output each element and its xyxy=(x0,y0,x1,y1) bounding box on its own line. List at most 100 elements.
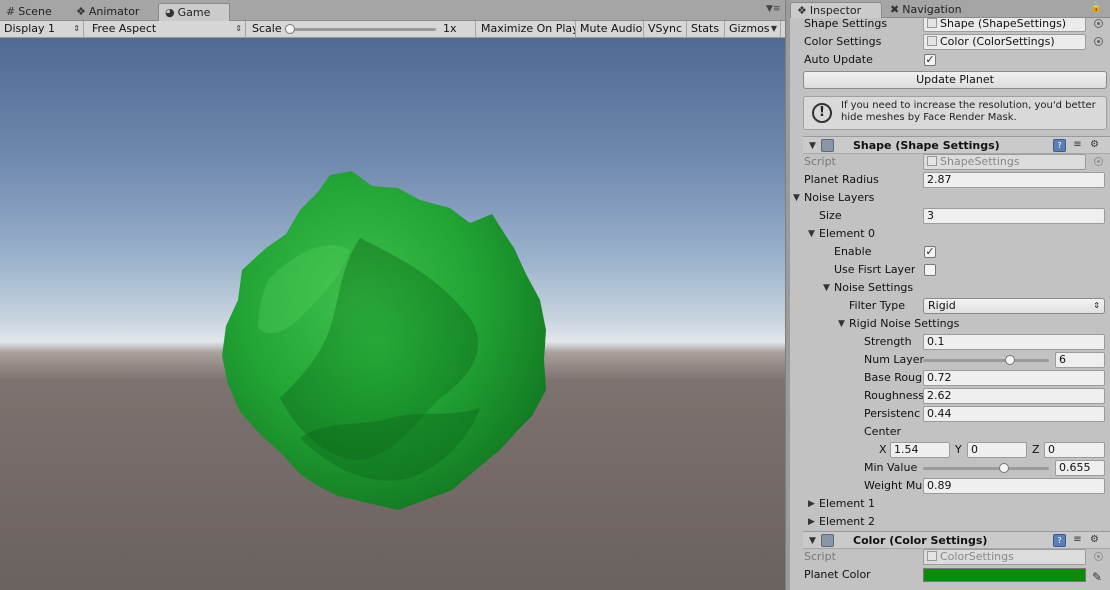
num-layers-slider-thumb[interactable] xyxy=(1004,355,1015,365)
use-first-layer-checkbox[interactable] xyxy=(924,264,936,276)
tab-game[interactable]: ◕ Game xyxy=(158,3,230,21)
update-planet-button[interactable]: Update Planet xyxy=(803,71,1107,89)
object-picker-icon[interactable] xyxy=(1094,19,1103,28)
min-value-slider-thumb[interactable] xyxy=(998,463,1009,473)
tab-scene-label: Scene xyxy=(18,5,52,18)
min-value-label: Min Value xyxy=(864,461,918,474)
maximize-label: Maximize On Play xyxy=(481,22,576,35)
stats-toggle[interactable]: Stats xyxy=(687,21,725,38)
filter-type-dropdown[interactable]: Rigid ⇕ xyxy=(923,298,1105,314)
gizmos-dropdown[interactable]: Gizmos ▼ xyxy=(725,21,781,38)
base-roughness-label: Base Roug xyxy=(864,371,923,384)
game-viewport[interactable] xyxy=(0,38,785,590)
color-section-header[interactable]: ▼ Color (Color Settings) ? ≡ ⚙ xyxy=(803,531,1110,549)
help-text: If you need to increase the resolution, … xyxy=(841,100,1096,123)
center-y-label: Y xyxy=(955,443,962,456)
element1-row[interactable]: ▶ Element 1 xyxy=(790,495,1110,513)
help-book-icon[interactable]: ? xyxy=(1053,139,1066,152)
shape-settings-value: Shape (ShapeSettings) xyxy=(940,18,1067,30)
rigid-settings-label: Rigid Noise Settings xyxy=(849,317,960,330)
center-x-field[interactable]: 1.54 xyxy=(890,442,950,458)
maximize-on-play-toggle[interactable]: Maximize On Play xyxy=(477,21,576,38)
scriptable-object-icon xyxy=(821,139,834,152)
planet-radius-field[interactable]: 2.87 xyxy=(923,172,1105,188)
filter-type-label: Filter Type xyxy=(849,299,906,312)
tab-inspector[interactable]: ❖ Inspector xyxy=(790,2,882,18)
gear-icon[interactable]: ⚙ xyxy=(1088,534,1101,547)
tab-navigation-label: Navigation xyxy=(902,3,962,16)
left-tab-bar: # Scene ❖ Animator ◕ Game ▼≡ xyxy=(0,0,785,21)
foldout-open-icon: ▼ xyxy=(838,319,845,329)
planet-color-field[interactable] xyxy=(923,568,1086,582)
info-icon: ! xyxy=(812,103,832,123)
script-label: Script xyxy=(804,155,836,168)
script-asset-icon xyxy=(927,156,937,166)
scale-slider-track[interactable] xyxy=(288,28,436,31)
planet-color-label: Planet Color xyxy=(804,568,871,581)
eyedropper-icon[interactable]: ✎ xyxy=(1092,568,1102,586)
min-value-field[interactable]: 0.655 xyxy=(1055,460,1105,476)
object-picker-icon[interactable] xyxy=(1094,37,1103,46)
num-layers-slider-track[interactable] xyxy=(923,359,1049,362)
tab-animator[interactable]: ❖ Animator xyxy=(70,3,145,21)
gear-icon[interactable]: ⚙ xyxy=(1088,139,1101,152)
help-book-icon[interactable]: ? xyxy=(1053,534,1066,547)
center-z-field[interactable]: 0 xyxy=(1044,442,1105,458)
num-layers-field[interactable]: 6 xyxy=(1055,352,1105,368)
color-settings-field[interactable]: Color (ColorSettings) xyxy=(923,34,1086,50)
scale-label: Scale xyxy=(252,22,282,35)
enable-checkbox[interactable]: ✓ xyxy=(924,246,936,258)
strength-field[interactable]: 0.1 xyxy=(923,334,1105,350)
roughness-field[interactable]: 2.62 xyxy=(923,388,1105,404)
element0-row[interactable]: ▼ Element 0 xyxy=(790,225,1110,243)
persistence-label: Persistenc xyxy=(864,407,921,420)
center-label: Center xyxy=(864,425,902,438)
noise-layers-row[interactable]: ▼ Noise Layers xyxy=(790,189,1110,207)
noise-settings-label: Noise Settings xyxy=(834,281,914,294)
strength-label: Strength xyxy=(864,335,912,348)
num-layers-label: Num Layer xyxy=(864,353,924,366)
lock-icon[interactable]: 🔒 xyxy=(1090,2,1102,13)
persistence-row: Persistenc 0.44 xyxy=(790,405,1110,423)
display-dropdown[interactable]: Display 1 ⇕ xyxy=(0,21,84,38)
weight-multiplier-field[interactable]: 0.89 xyxy=(923,478,1105,494)
tab-navigation[interactable]: ✖ Navigation xyxy=(884,2,968,18)
size-field[interactable]: 3 xyxy=(923,208,1105,224)
shape-section-header[interactable]: ▼ Shape (Shape Settings) ? ≡ ⚙ xyxy=(803,136,1110,154)
scriptable-object-icon xyxy=(821,534,834,547)
rigid-settings-row[interactable]: ▼ Rigid Noise Settings xyxy=(790,315,1110,333)
help-box: ! If you need to increase the resolution… xyxy=(803,96,1107,130)
min-value-slider-track[interactable] xyxy=(923,467,1049,470)
right-tab-bar: ❖ Inspector ✖ Navigation 🔒 xyxy=(790,0,1110,18)
foldout-open-icon: ▼ xyxy=(808,229,815,239)
center-row: Center xyxy=(790,423,1110,441)
tab-menu-icon[interactable]: ▼≡ xyxy=(766,4,780,14)
base-roughness-field[interactable]: 0.72 xyxy=(923,370,1105,386)
center-x-label: X xyxy=(879,443,887,456)
persistence-field[interactable]: 0.44 xyxy=(923,406,1105,422)
element2-row[interactable]: ▶ Element 2 xyxy=(790,513,1110,531)
enable-row: Enable ✓ xyxy=(790,243,1110,261)
aspect-dropdown-label: Free Aspect xyxy=(92,22,157,35)
noise-settings-row[interactable]: ▼ Noise Settings xyxy=(790,279,1110,297)
center-y-field[interactable]: 0 xyxy=(967,442,1027,458)
noise-layers-label: Noise Layers xyxy=(804,191,875,204)
aspect-dropdown[interactable]: Free Aspect ⇕ xyxy=(88,21,246,38)
use-first-layer-row: Use Fisrt Layer xyxy=(790,261,1110,279)
roughness-label: Roughness xyxy=(864,389,924,402)
mute-audio-toggle[interactable]: Mute Audio xyxy=(576,21,644,38)
weight-multiplier-label: Weight Mu xyxy=(864,479,923,492)
preset-icon[interactable]: ≡ xyxy=(1071,139,1084,152)
auto-update-checkbox[interactable]: ✓ xyxy=(924,54,936,66)
preset-icon[interactable]: ≡ xyxy=(1071,534,1084,547)
vsync-toggle[interactable]: VSync xyxy=(644,21,687,38)
shape-settings-field[interactable]: Shape (ShapeSettings) xyxy=(923,18,1086,32)
size-row: Size 3 xyxy=(790,207,1110,225)
tab-scene[interactable]: # Scene xyxy=(0,3,58,21)
scale-slider-thumb[interactable] xyxy=(285,24,295,34)
auto-update-label: Auto Update xyxy=(804,53,873,66)
inspector-panel: Shape Settings Shape (ShapeSettings) Col… xyxy=(790,18,1110,590)
planet-color-row: Planet Color ✎ xyxy=(790,566,1110,584)
base-roughness-row: Base Roug 0.72 xyxy=(790,369,1110,387)
color-settings-label: Color Settings xyxy=(804,35,882,48)
